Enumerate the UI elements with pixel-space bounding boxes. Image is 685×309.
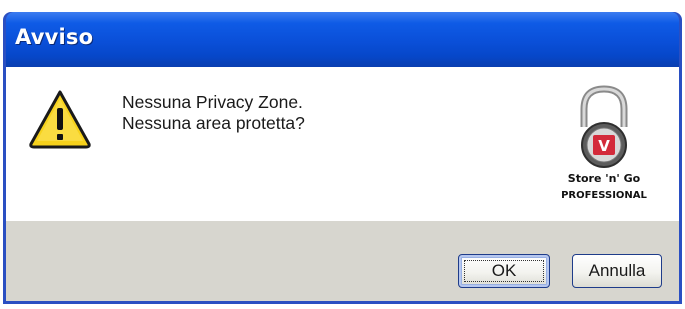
brand-edition: PROFESSIONAL <box>561 190 647 201</box>
message-line-2: Nessuna area protetta? <box>122 113 305 133</box>
brand-badge-letter: V <box>598 137 610 155</box>
dialog-title: Avviso <box>15 25 94 49</box>
button-bar: OK Annulla <box>6 221 679 301</box>
cancel-button[interactable]: Annulla <box>572 254 662 288</box>
dialog-window: Avviso Nessuna Privacy Zone. Nessuna are… <box>3 12 682 304</box>
focus-rectangle <box>464 260 544 282</box>
message-text: Nessuna Privacy Zone. Nessuna area prote… <box>122 92 305 134</box>
store-n-go-logo: V Store 'n' Go PROFESSIONAL <box>561 85 648 201</box>
message-line-1: Nessuna Privacy Zone. <box>122 92 303 112</box>
ok-button[interactable]: OK <box>458 254 550 288</box>
dialog-body: Nessuna Privacy Zone. Nessuna area prote… <box>6 67 679 221</box>
title-bar[interactable]: Avviso <box>6 12 679 67</box>
brand-name: Store 'n' Go <box>568 172 641 185</box>
cancel-button-label: Annulla <box>588 261 646 280</box>
warning-icon <box>29 90 91 149</box>
